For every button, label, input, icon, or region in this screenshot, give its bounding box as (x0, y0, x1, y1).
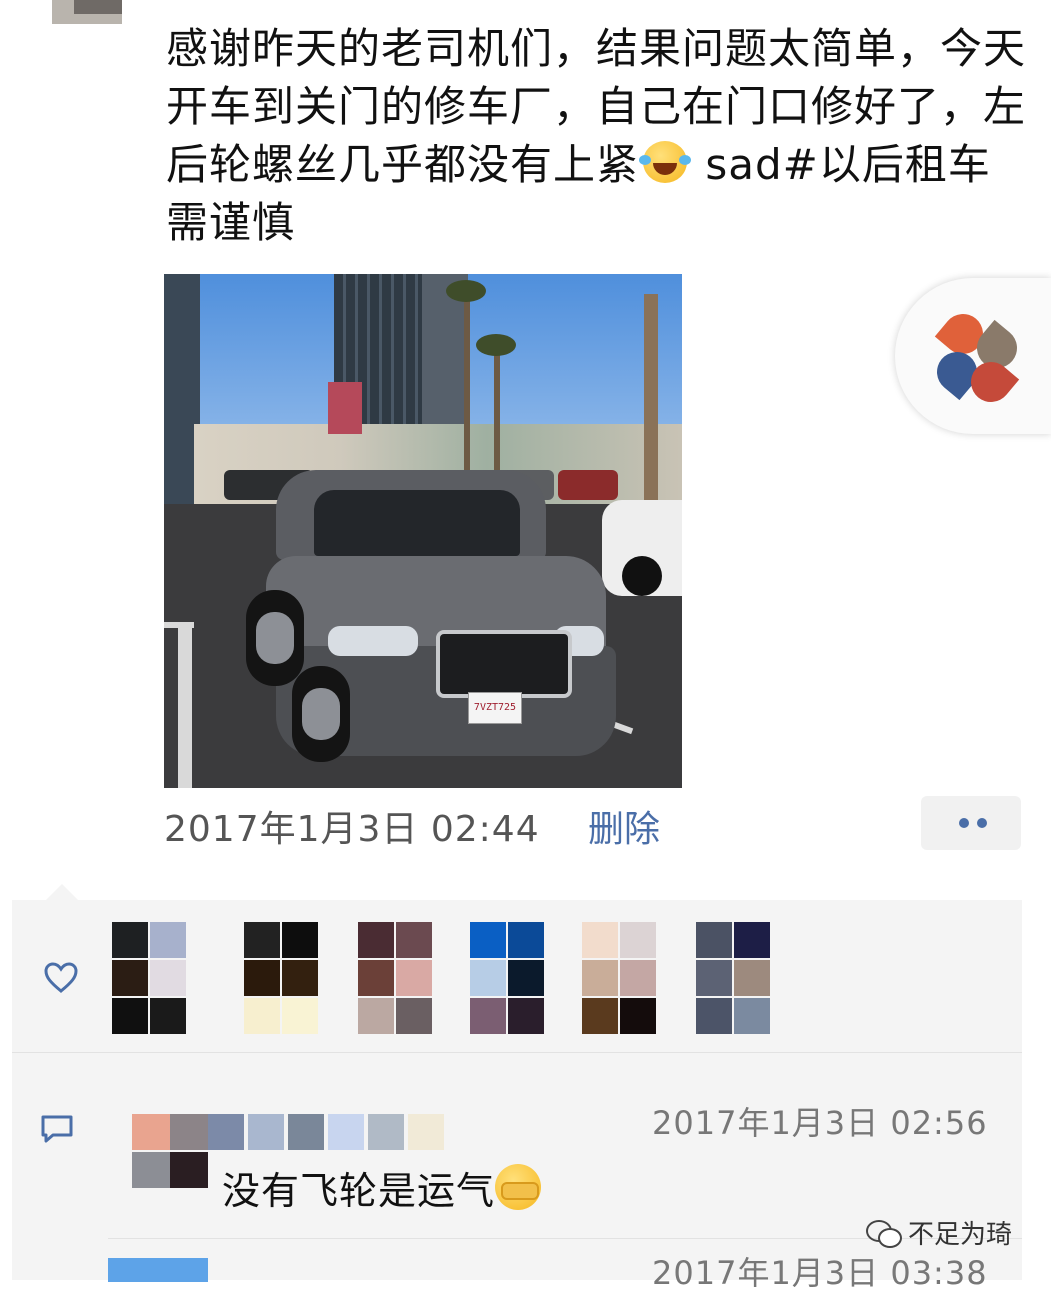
avatar-pixel (112, 960, 148, 996)
avatar-pixel (112, 998, 148, 1034)
laughing-tears-emoji-icon (639, 139, 692, 185)
avatar-pixel (396, 960, 432, 996)
gray-suv: 7VZT725 (236, 470, 624, 770)
comment-icon (41, 1115, 73, 1143)
avatar-pixel (282, 922, 318, 958)
avatar-pixel (620, 998, 656, 1034)
dot-icon (977, 818, 987, 828)
comment-body: 没有飞轮是运气 (222, 1169, 496, 1213)
avatar-pixel (150, 922, 186, 958)
avatar-pixel (620, 960, 656, 996)
palm-frond (446, 280, 486, 302)
avatar-pixel (358, 998, 394, 1034)
avatar-pixel (696, 998, 732, 1034)
avatar-pixel (132, 1114, 170, 1150)
commenter-name[interactable] (208, 1114, 488, 1150)
avatar-pixel (150, 960, 186, 996)
name-pixel (288, 1114, 324, 1150)
post-timestamp: 2017年1月3日 02:44 (164, 809, 540, 850)
poster-avatar[interactable] (22, 0, 134, 30)
avatar-pixel (696, 960, 732, 996)
post-photo[interactable]: 7VZT725 (164, 274, 682, 788)
avatar-fragment-dark (74, 0, 122, 14)
avatar-pixel (396, 998, 432, 1034)
liker-avatar[interactable] (582, 922, 678, 1034)
more-options-button[interactable] (921, 796, 1021, 850)
avatar-pixel (582, 960, 618, 996)
avatar-pixel (282, 998, 318, 1034)
name-pixel (248, 1114, 284, 1150)
photo-sign (328, 382, 362, 434)
comment-timestamp-2: 2017年1月3日 03:38 (652, 1254, 988, 1292)
palm-frond (476, 334, 516, 356)
avatar-pixel (508, 960, 544, 996)
facepalm-emoji-icon (495, 1164, 542, 1210)
liker-avatar[interactable] (696, 922, 792, 1034)
liker-avatar[interactable] (358, 922, 454, 1034)
post-text: 感谢昨天的老司机们，结果问题太简单，今天开车到关门的修车厂，自己在门口修好了，左… (166, 20, 1026, 252)
comment-timestamp: 2017年1月3日 02:56 (652, 1104, 988, 1142)
floating-logo-button[interactable] (895, 278, 1051, 434)
avatar-pixel (470, 922, 506, 958)
name-pixel (328, 1114, 364, 1150)
avatar-pixel (150, 998, 186, 1034)
likes-row (12, 900, 1022, 1053)
avatar-pixel (470, 960, 506, 996)
avatar-pixel (282, 960, 318, 996)
commenter-avatar[interactable] (108, 1100, 208, 1204)
avatar-pixel (170, 1114, 208, 1150)
avatar-pixel (508, 998, 544, 1034)
name-pixel (408, 1114, 444, 1150)
liker-avatar[interactable] (112, 922, 208, 1034)
avatar-pixel (582, 922, 618, 958)
avatar-pixel (734, 998, 770, 1034)
watermark-text: 不足为琦 (908, 1220, 1013, 1250)
avatar-pixel (358, 960, 394, 996)
avatar-pixel (582, 998, 618, 1034)
avatar-pixel (112, 922, 148, 958)
panel-pointer (46, 884, 78, 900)
name-pixel (208, 1114, 244, 1150)
avatar-pixel (244, 922, 280, 958)
tree-trunk (644, 294, 658, 504)
liker-avatar[interactable] (244, 922, 340, 1034)
avatar-pixel (358, 922, 394, 958)
liker-avatar[interactable] (470, 922, 566, 1034)
parking-line (164, 622, 194, 628)
commenter-avatar-2[interactable] (108, 1258, 208, 1282)
avatar-pixel (696, 922, 732, 958)
avatar-pixel (396, 922, 432, 958)
comment-text: 没有飞轮是运气 (222, 1160, 542, 1215)
avatar-pixel (470, 998, 506, 1034)
avatar-pixel (734, 922, 770, 958)
name-pixel (368, 1114, 404, 1150)
avatar-pixel (244, 998, 280, 1034)
avatar-pixel (734, 960, 770, 996)
delete-link[interactable]: 删除 (588, 800, 660, 852)
wechat-icon (866, 1220, 902, 1248)
avatar-pixel (620, 922, 656, 958)
avatar-pixel (170, 1152, 208, 1188)
avatar-pixel (244, 960, 280, 996)
avatar-pixel (132, 1152, 170, 1188)
dot-icon (959, 818, 969, 828)
parking-line (178, 624, 192, 788)
license-plate: 7VZT725 (468, 692, 522, 724)
wechat-watermark: 不足为琦 (866, 1214, 1012, 1254)
avatar-pixel (508, 922, 544, 958)
heart-icon (44, 962, 78, 993)
